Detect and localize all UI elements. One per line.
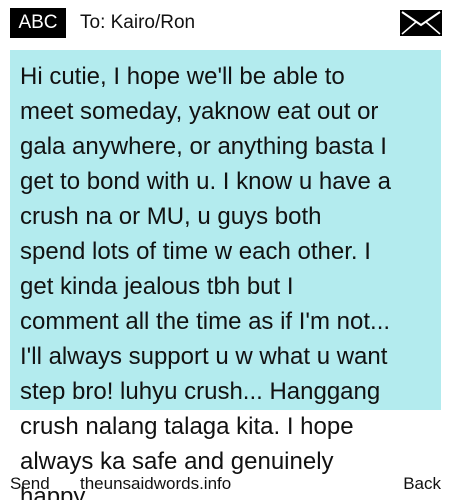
- message-body[interactable]: Hi cutie, I hope we'll be able to meet s…: [20, 59, 434, 500]
- recipient-field[interactable]: To: Kairo/Ron: [80, 10, 195, 36]
- watermark-text: theunsaidwords.info: [80, 474, 232, 493]
- softkey-bar: Send theunsaidwords.info Back: [0, 472, 450, 500]
- send-softkey[interactable]: Send: [10, 474, 50, 494]
- compose-header: ABC To: Kairo/Ron: [0, 0, 450, 44]
- envelope-icon: [400, 10, 442, 36]
- back-softkey[interactable]: Back: [403, 474, 441, 494]
- input-mode-badge[interactable]: ABC: [10, 8, 66, 38]
- compose-screen: ABC To: Kairo/Ron Hi cutie, I hope we'll…: [0, 0, 450, 500]
